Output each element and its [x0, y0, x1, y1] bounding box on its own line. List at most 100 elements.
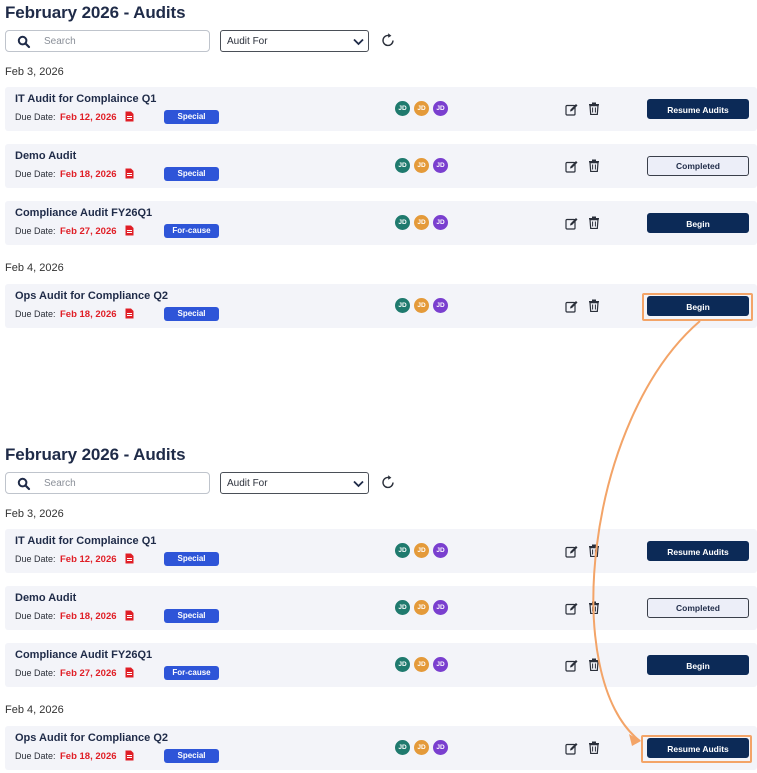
trash-icon[interactable]	[588, 216, 600, 229]
avatar: JD	[395, 215, 410, 230]
trash-icon[interactable]	[588, 159, 600, 172]
page-title: February 2026 - Audits	[5, 445, 186, 464]
trash-icon[interactable]	[588, 544, 600, 557]
audit-row: Ops Audit for Compliance Q2 Due Date: Fe…	[5, 284, 757, 328]
trash-icon[interactable]	[588, 658, 600, 671]
due-date-value: Feb 27, 2026	[60, 668, 117, 679]
refresh-icon[interactable]	[380, 32, 396, 48]
completed-button[interactable]: Completed	[647, 598, 749, 618]
edit-icon[interactable]	[565, 545, 578, 558]
pdf-file-icon[interactable]	[125, 610, 134, 621]
refresh-icon[interactable]	[380, 474, 396, 490]
due-date-value: Feb 12, 2026	[60, 112, 117, 123]
avatar: JD	[433, 298, 448, 313]
audit-name: Ops Audit for Compliance Q2	[15, 732, 168, 744]
trash-icon[interactable]	[588, 102, 600, 115]
due-date-label: Due Date:	[15, 112, 56, 122]
avatar: JD	[433, 215, 448, 230]
select-value: Audit For	[227, 36, 268, 47]
pdf-file-icon[interactable]	[125, 308, 134, 319]
audit-name: Demo Audit	[15, 150, 77, 162]
audit-type-badge: Special	[164, 609, 219, 623]
search-icon	[17, 35, 31, 49]
completed-button[interactable]: Completed	[647, 156, 749, 176]
pdf-file-icon[interactable]	[125, 168, 134, 179]
due-date-value: Feb 18, 2026	[60, 309, 117, 320]
audit-type-badge: Special	[164, 552, 219, 566]
due-date-label: Due Date:	[15, 169, 56, 179]
pdf-file-icon[interactable]	[125, 667, 134, 678]
avatar: JD	[395, 543, 410, 558]
pdf-file-icon[interactable]	[125, 750, 134, 761]
due-date-label: Due Date:	[15, 309, 56, 319]
audit-row: Compliance Audit FY26Q1 Due Date: Feb 27…	[5, 201, 757, 245]
date-header: Feb 4, 2026	[5, 262, 64, 274]
avatar: JD	[414, 740, 429, 755]
audit-type-badge: Special	[164, 307, 219, 321]
edit-icon[interactable]	[565, 160, 578, 173]
audit-name: Ops Audit for Compliance Q2	[15, 290, 168, 302]
avatar: JD	[395, 158, 410, 173]
begin-button[interactable]: Begin	[647, 296, 749, 316]
audit-for-select[interactable]: Audit For	[220, 472, 369, 494]
due-date-value: Feb 12, 2026	[60, 554, 117, 565]
audit-row: Demo Audit Due Date: Feb 18, 2026 Specia…	[5, 586, 757, 630]
audit-for-select[interactable]: Audit For	[220, 30, 369, 52]
trash-icon[interactable]	[588, 299, 600, 312]
edit-icon[interactable]	[565, 742, 578, 755]
trash-icon[interactable]	[588, 741, 600, 754]
avatar: JD	[414, 543, 429, 558]
audit-name: IT Audit for Complaince Q1	[15, 535, 157, 547]
avatar: JD	[395, 600, 410, 615]
due-date-value: Feb 18, 2026	[60, 751, 117, 762]
avatar: JD	[414, 600, 429, 615]
due-date-value: Feb 18, 2026	[60, 169, 117, 180]
audit-name: Demo Audit	[15, 592, 77, 604]
edit-icon[interactable]	[565, 103, 578, 116]
chevron-down-icon	[353, 38, 364, 46]
search-box[interactable]	[5, 472, 210, 494]
edit-icon[interactable]	[565, 217, 578, 230]
search-input[interactable]	[44, 33, 204, 49]
search-box[interactable]	[5, 30, 210, 52]
pdf-file-icon[interactable]	[125, 553, 134, 564]
begin-button[interactable]: Begin	[647, 213, 749, 233]
audit-type-badge: For-cause	[164, 666, 219, 680]
avatar: JD	[433, 543, 448, 558]
avatar: JD	[414, 657, 429, 672]
audit-name: Compliance Audit FY26Q1	[15, 207, 153, 219]
pdf-file-icon[interactable]	[125, 111, 134, 122]
edit-icon[interactable]	[565, 300, 578, 313]
resume-audits-button[interactable]: Resume Audits	[647, 738, 749, 758]
begin-button[interactable]: Begin	[647, 655, 749, 675]
audit-row: Compliance Audit FY26Q1 Due Date: Feb 27…	[5, 643, 757, 687]
edit-icon[interactable]	[565, 659, 578, 672]
audit-row: Ops Audit for Compliance Q2 Due Date: Fe…	[5, 726, 757, 770]
avatar: JD	[395, 740, 410, 755]
audit-name: IT Audit for Complaince Q1	[15, 93, 157, 105]
date-header: Feb 3, 2026	[5, 66, 64, 78]
audit-row: Demo Audit Due Date: Feb 18, 2026 Specia…	[5, 144, 757, 188]
due-date-label: Due Date:	[15, 668, 56, 678]
pdf-file-icon[interactable]	[125, 225, 134, 236]
audit-type-badge: Special	[164, 167, 219, 181]
page-title: February 2026 - Audits	[5, 3, 186, 22]
search-input[interactable]	[44, 475, 204, 491]
avatar: JD	[414, 158, 429, 173]
avatar: JD	[414, 215, 429, 230]
chevron-down-icon	[353, 480, 364, 488]
avatar: JD	[433, 657, 448, 672]
avatar: JD	[414, 298, 429, 313]
avatar: JD	[414, 101, 429, 116]
audit-row: IT Audit for Complaince Q1 Due Date: Feb…	[5, 87, 757, 131]
trash-icon[interactable]	[588, 601, 600, 614]
edit-icon[interactable]	[565, 602, 578, 615]
audit-type-badge: Special	[164, 110, 219, 124]
resume-audits-button[interactable]: Resume Audits	[647, 99, 749, 119]
avatar: JD	[395, 657, 410, 672]
audit-row: IT Audit for Complaince Q1 Due Date: Feb…	[5, 529, 757, 573]
resume-audits-button[interactable]: Resume Audits	[647, 541, 749, 561]
avatar: JD	[433, 740, 448, 755]
avatar: JD	[433, 158, 448, 173]
search-icon	[17, 477, 31, 491]
